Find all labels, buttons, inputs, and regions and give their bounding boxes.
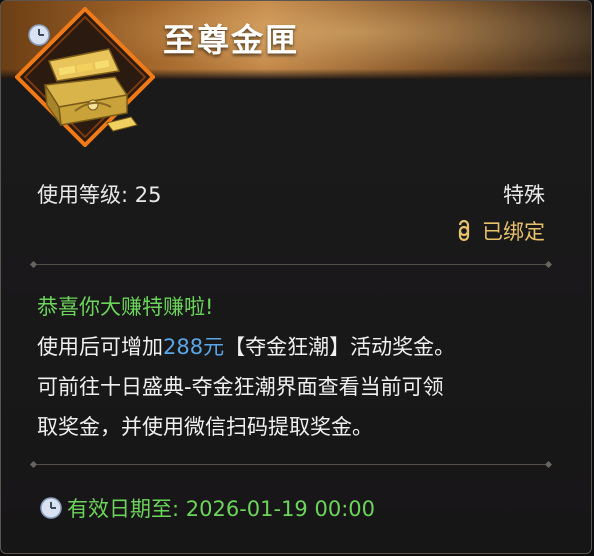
- description-text: 使用后可增加: [37, 335, 163, 359]
- expiry-text: 有效日期至: 2026-01-19 00:00: [67, 497, 375, 521]
- description-headline: 恭喜你大赚特赚啦!: [37, 295, 214, 319]
- bound-chain-icon: [458, 219, 470, 242]
- description-line-1: 使用后可增加288元【夺金狂潮】活动奖金。: [37, 331, 455, 361]
- item-name: 至尊金匣: [163, 21, 300, 59]
- description-line-3: 取奖金，并使用微信扫码提取奖金。: [37, 415, 373, 439]
- description-line-2: 可前往十日盛典-夺金狂潮界面查看当前可领: [37, 375, 444, 399]
- clock-icon: [40, 497, 62, 519]
- expiry-date: 有效日期至: 2026-01-19 00:00: [39, 493, 375, 523]
- rarity-label: 特殊: [503, 183, 545, 207]
- section-divider: [29, 260, 553, 269]
- bound-status-text: 已绑定: [482, 220, 545, 244]
- use-level-label: 使用等级: 25: [37, 183, 162, 207]
- reward-amount: 288元: [163, 335, 225, 359]
- description-text: 【夺金狂潮】活动奖金。: [224, 335, 456, 359]
- clock-icon: [28, 24, 50, 46]
- bound-status: 已绑定: [456, 216, 545, 246]
- section-divider: [29, 460, 553, 469]
- item-tooltip: 至尊金匣 使用等级: 25 特殊 已绑定 恭喜你大赚特赚啦! 使用后可增加288…: [0, 0, 592, 554]
